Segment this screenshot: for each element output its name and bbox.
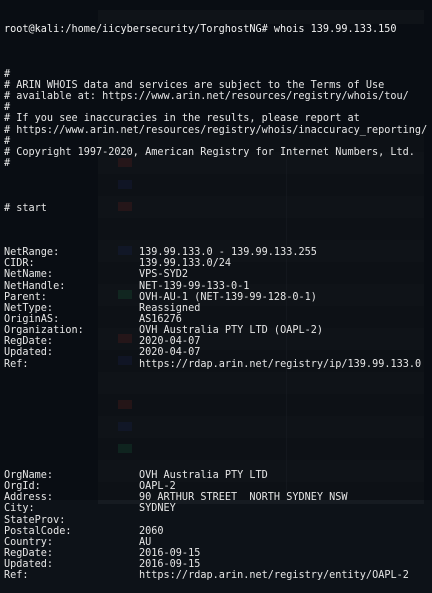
field-key: Ref: — [4, 358, 29, 370]
comment-line: # ARIN WHOIS data and services are subje… — [4, 80, 385, 92]
comment-line: # https://www.arin.net/resources/registr… — [4, 124, 428, 136]
field-value: 2020-04-07 — [139, 347, 201, 359]
blank-lines — [4, 392, 432, 448]
whois-field: PostalCode: 2060 — [4, 526, 432, 537]
field-value: VPS-SYD2 — [139, 269, 189, 281]
field-value: 2020-04-07 — [139, 336, 201, 348]
whois-field: Updated: 2016-09-15 — [4, 559, 432, 570]
whois-field: Updated: 2020-04-07 — [4, 347, 432, 358]
whois-field: NetName: VPS-SYD2 — [4, 269, 432, 280]
field-value: AS16276 — [139, 314, 182, 326]
field-value: https://rdap.arin.net/registry/ip/139.99… — [139, 358, 422, 370]
whois-field: Ref: https://rdap.arin.net/registry/ip/13… — [4, 359, 432, 370]
field-value: 90 ARTHUR STREET NORTH SYDNEY NSW — [139, 492, 348, 504]
field-key: Ref: — [4, 570, 29, 582]
field-key: CIDR: — [4, 258, 35, 270]
field-value: 2060 — [139, 525, 164, 537]
network-info-block: NetRange: 139.99.133.0 - 139.99.133.255 CI… — [4, 247, 432, 370]
whois-field: OriginAS: AS16276 — [4, 314, 432, 325]
whois-field: OrgName: OVH Australia PTY LTD — [4, 470, 432, 481]
terminal-output[interactable]: root@kali:/home/iicybersecurity/Torghost… — [0, 0, 432, 581]
command-prompt: root@kali:/home/iicybersecurity/Torghost… — [4, 24, 397, 36]
field-key: NetRange: — [4, 247, 60, 259]
comment-line — [4, 180, 432, 191]
field-value: OVH-AU-1 (NET-139-99-128-0-1) — [139, 291, 317, 303]
field-key: NetName: — [4, 269, 54, 281]
field-key: Updated: — [4, 559, 54, 571]
field-value: https://rdap.arin.net/registry/entity/OA… — [139, 570, 409, 582]
whois-field: Organization: OVH Australia PTY LTD (OAPL… — [4, 325, 432, 336]
comment-line — [4, 191, 432, 202]
whois-field: RegDate: 2020-04-07 — [4, 336, 432, 347]
field-value: 139.99.133.0 - 139.99.133.255 — [139, 247, 317, 259]
organization-info-block: OrgName: OVH Australia PTY LTD OrgId: OAPL-… — [4, 470, 432, 581]
whois-field: NetRange: 139.99.133.0 - 139.99.133.255 — [4, 247, 432, 258]
comment-line: # start — [4, 202, 47, 214]
comment-line — [4, 169, 432, 180]
field-value: OVH Australia PTY LTD — [139, 470, 268, 482]
field-key: OriginAS: — [4, 314, 60, 326]
whois-field: Address: 90 ARTHUR STREET NORTH SYDNEY NS… — [4, 492, 432, 503]
field-value: SYDNEY — [139, 503, 176, 515]
field-key: Address: — [4, 492, 54, 504]
field-value: 139.99.133.0/24 — [139, 258, 232, 270]
field-value: OVH Australia PTY LTD (OAPL-2) — [139, 325, 324, 337]
field-key: Updated: — [4, 347, 54, 359]
field-key: OrgName: — [4, 470, 54, 482]
field-value: NET-139-99-133-0-1 — [139, 280, 250, 292]
whois-field: RegDate: 2016-09-15 — [4, 548, 432, 559]
whois-field: StateProv: — [4, 515, 432, 526]
comment-line: # — [4, 135, 11, 147]
field-value: 2016-09-15 — [139, 559, 201, 571]
field-key: StateProv: — [4, 514, 66, 526]
whois-field: CIDR: 139.99.133.0/24 — [4, 258, 432, 269]
field-key: NetHandle: — [4, 280, 66, 292]
field-key: RegDate: — [4, 336, 54, 348]
field-value: Reassigned — [139, 302, 201, 314]
comment-line: # — [4, 158, 11, 170]
comment-line — [4, 58, 432, 69]
whois-field: Country: AU — [4, 537, 432, 548]
comment-line: # — [4, 102, 11, 114]
field-key: Parent: — [4, 291, 47, 303]
comment-line — [4, 214, 432, 225]
whois-field: Parent: OVH-AU-1 (NET-139-99-128-0-1) — [4, 292, 432, 303]
whois-field: Ref: https://rdap.arin.net/registry/entit… — [4, 570, 432, 581]
field-key: City: — [4, 503, 35, 515]
field-value: OAPL-2 — [139, 481, 176, 493]
whois-field: NetType: Reassigned — [4, 303, 432, 314]
field-value: AU — [139, 536, 152, 548]
field-key: RegDate: — [4, 548, 54, 560]
field-value: 2016-09-15 — [139, 548, 201, 560]
field-key: Country: — [4, 536, 54, 548]
whois-field: NetHandle: NET-139-99-133-0-1 — [4, 281, 432, 292]
whois-field: City: SYDNEY — [4, 503, 432, 514]
whois-header-comments: # # ARIN WHOIS data and services are subj… — [4, 58, 432, 225]
comment-line: # Copyright 1997-2020, American Registry… — [4, 146, 415, 158]
comment-line: # If you see inaccuracies in the results… — [4, 113, 360, 125]
field-key: NetType: — [4, 302, 54, 314]
whois-field: OrgId: OAPL-2 — [4, 481, 432, 492]
comment-line: # available at: https://www.arin.net/res… — [4, 91, 409, 103]
comment-line: # — [4, 68, 11, 80]
field-key: Organization: — [4, 325, 84, 337]
field-key: OrgId: — [4, 481, 41, 493]
field-key: PostalCode: — [4, 525, 72, 537]
